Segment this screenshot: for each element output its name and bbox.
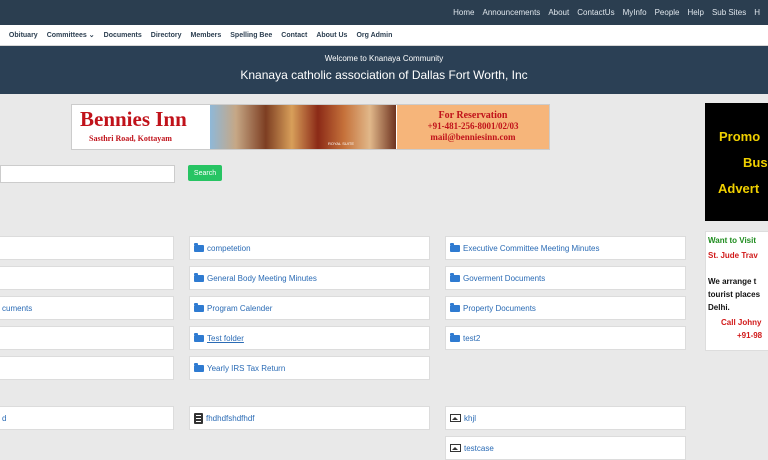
- ad-hotel-name: Bennies Inn: [80, 107, 187, 131]
- welcome-text: Welcome to Knanaya Community: [324, 54, 444, 63]
- file-card[interactable]: fhdhdfshdfhdf: [189, 406, 430, 430]
- ad-hotel-photo: ROYAL SUITE: [210, 105, 396, 149]
- folder-label: Executive Committee Meeting Minutes: [463, 243, 600, 253]
- side2-line-4: tourist places: [708, 290, 761, 299]
- folder-card[interactable]: [0, 266, 174, 290]
- hotel-advertisement[interactable]: Bennies Inn Sasthri Road, Kottayam ROYAL…: [71, 104, 550, 150]
- search-button[interactable]: Search: [188, 165, 222, 181]
- document-icon: [194, 412, 203, 424]
- folder-icon: [450, 332, 460, 342]
- organization-title: Knanaya catholic association of Dallas F…: [240, 68, 528, 82]
- subnav-item-spelling-bee[interactable]: Spelling Bee: [230, 32, 272, 39]
- file-card[interactable]: d: [0, 406, 174, 430]
- folder-card[interactable]: [0, 356, 174, 380]
- file-card[interactable]: khjl: [445, 406, 686, 430]
- folder-card[interactable]: Property Documents: [445, 296, 686, 320]
- image-icon: [450, 444, 461, 452]
- top-nav-more[interactable]: H: [754, 8, 760, 17]
- subnav-item-committees[interactable]: Committees ⌄: [47, 31, 95, 39]
- ad-reservation-info: For Reservation +91-481-256-8001/02/03 m…: [397, 105, 549, 149]
- top-nav-sub-sites[interactable]: Sub Sites: [712, 8, 746, 17]
- side-advertisement-promo[interactable]: Promo Bus Advert: [705, 103, 768, 221]
- folder-label: General Body Meeting Minutes: [207, 273, 317, 283]
- folder-icon: [194, 242, 204, 252]
- folder-icon: [450, 302, 460, 312]
- subnav-committees-label: Committees: [46, 32, 87, 39]
- side-advertisement-travel[interactable]: Want to Visit St. Jude Trav We arrange t…: [705, 231, 768, 351]
- folder-card[interactable]: Yearly IRS Tax Return: [189, 356, 430, 380]
- side2-line-1: Want to Visit: [708, 236, 756, 245]
- file-card[interactable]: testcase: [445, 436, 686, 460]
- folder-card[interactable]: [0, 326, 174, 350]
- folder-icon: [194, 362, 204, 372]
- ad-email: mail@benniesinn.com: [430, 132, 516, 142]
- ad-photo-caption: ROYAL SUITE: [328, 141, 355, 146]
- folder-label: Test folder: [207, 333, 244, 343]
- folder-label: test2: [463, 333, 481, 343]
- folder-label: Goverment Documents: [463, 273, 546, 283]
- file-label: d: [2, 413, 7, 423]
- folder-label: Property Documents: [463, 303, 536, 313]
- subnav-item-directory[interactable]: Directory: [151, 32, 182, 39]
- folder-card[interactable]: Executive Committee Meeting Minutes: [445, 236, 686, 260]
- folder-label: Yearly IRS Tax Return: [207, 363, 286, 373]
- top-nav-announcements[interactable]: Announcements: [482, 8, 540, 17]
- folder-icon: [194, 272, 204, 282]
- top-nav-people[interactable]: People: [655, 8, 680, 17]
- file-label: testcase: [464, 443, 494, 453]
- folder-icon: [194, 302, 204, 312]
- folder-icon: [450, 272, 460, 282]
- image-icon: [450, 414, 461, 422]
- subnav-item-about-us[interactable]: About Us: [316, 32, 347, 39]
- side2-line-6: Call Johny: [721, 318, 762, 327]
- top-nav-myinfo[interactable]: MyInfo: [623, 8, 647, 17]
- subnav-item-members[interactable]: Members: [191, 32, 222, 39]
- top-nav-contactus[interactable]: ContactUs: [577, 8, 614, 17]
- chevron-down-icon: ⌄: [88, 32, 95, 39]
- folder-card[interactable]: Test folder: [189, 326, 430, 350]
- folder-label: cuments: [2, 303, 33, 313]
- subnav-item-documents[interactable]: Documents: [104, 32, 142, 39]
- top-nav: Home Announcements About ContactUs MyInf…: [453, 0, 768, 25]
- folder-card[interactable]: Goverment Documents: [445, 266, 686, 290]
- folder-icon: [450, 242, 460, 252]
- file-label: khjl: [464, 413, 477, 423]
- folder-card[interactable]: cuments: [0, 296, 174, 320]
- side-ad-line-1: Promo: [719, 129, 761, 144]
- top-nav-home[interactable]: Home: [453, 8, 474, 17]
- file-label: fhdhdfshdfhdf: [206, 413, 255, 423]
- side2-line-7: +91-98: [737, 331, 763, 340]
- folder-card[interactable]: [0, 236, 174, 260]
- folder-label: Program Calender: [207, 303, 273, 313]
- folder-icon: [194, 332, 204, 342]
- subnav-item-org-admin[interactable]: Org Admin: [356, 32, 392, 39]
- folder-card[interactable]: General Body Meeting Minutes: [189, 266, 430, 290]
- side2-line-2: St. Jude Trav: [708, 251, 758, 260]
- side2-line-5: Delhi.: [708, 303, 730, 312]
- folder-label: competetion: [207, 243, 251, 253]
- welcome-banner: Welcome to Knanaya Community Knanaya cat…: [0, 46, 768, 94]
- subnav-item-obituary[interactable]: Obituary: [9, 32, 38, 39]
- folder-card[interactable]: competetion: [189, 236, 430, 260]
- folder-card[interactable]: test2: [445, 326, 686, 350]
- top-bar: Home Announcements About ContactUs MyInf…: [0, 0, 768, 25]
- secondary-nav: s Obituary Committees⌄ Documents Directo…: [0, 25, 768, 46]
- side-ad-line-2: Bus: [743, 155, 768, 170]
- ad-hotel-address: Sasthri Road, Kottayam: [89, 134, 172, 143]
- side2-line-3: We arrange t: [708, 277, 757, 286]
- folder-card[interactable]: Program Calender: [189, 296, 430, 320]
- ad-phone: +91-481-256-8001/02/03: [427, 121, 519, 131]
- search-input[interactable]: [0, 165, 175, 183]
- subnav-item-contact[interactable]: Contact: [281, 32, 307, 39]
- side-ad-line-3: Advert: [718, 181, 760, 196]
- top-nav-help[interactable]: Help: [688, 8, 704, 17]
- ad-reservation-heading: For Reservation: [438, 110, 508, 121]
- top-nav-about[interactable]: About: [548, 8, 569, 17]
